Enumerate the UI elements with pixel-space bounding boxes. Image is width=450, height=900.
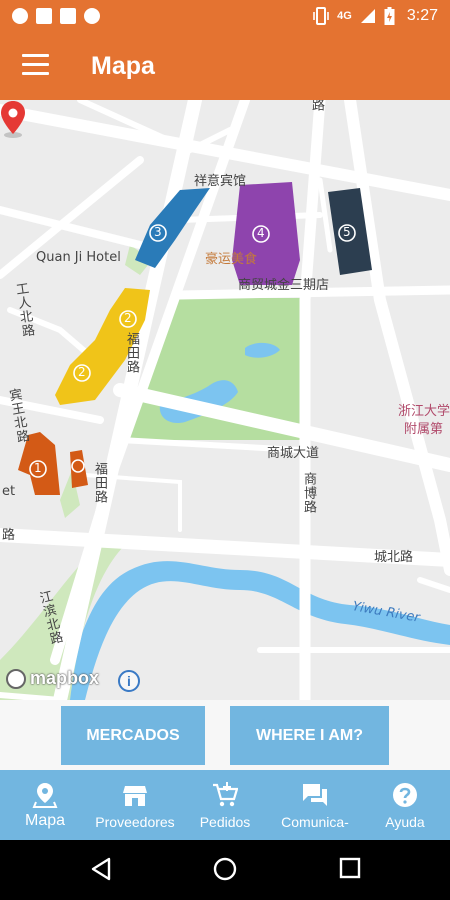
- market-1-number: 1: [34, 461, 42, 475]
- app-bar: Mapa: [0, 33, 450, 100]
- road-label: 路: [309, 100, 324, 112]
- shangbo-label: 商博路: [301, 472, 316, 514]
- fushu-label: 附属第: [404, 422, 444, 437]
- mapbox-icon: [6, 668, 26, 689]
- nav-item-pedidos[interactable]: Pedidos: [180, 770, 270, 840]
- quan-ji-hotel-label: Quan Ji Hotel: [36, 250, 121, 265]
- nav-label-proveedores: Proveedores: [95, 814, 175, 830]
- mapbox-text: mapbox: [30, 668, 100, 688]
- clock: 3:27: [406, 7, 438, 24]
- b-circle-icon: [12, 8, 28, 24]
- nav-label-mapa: Mapa: [24, 812, 66, 829]
- nav-item-ayuda[interactable]: Ayuda: [360, 770, 450, 840]
- road-label-left: 路: [2, 528, 16, 543]
- image-icon: [60, 8, 76, 24]
- zhejiang-uni-label: 浙江大学: [398, 404, 450, 419]
- xiangyi-label: 祥意宾馆: [194, 174, 247, 189]
- market-4-number: 4: [257, 226, 265, 240]
- chat-icon: [303, 784, 327, 806]
- nav-item-comunicacion[interactable]: Comunica-: [270, 770, 360, 840]
- cart-icon: [213, 782, 238, 807]
- market-4-building[interactable]: [232, 182, 300, 285]
- bottom-nav: Mapa Proveedores Pedidos Comunica- Ayuda: [0, 770, 450, 840]
- markets-button[interactable]: MERCADOS: [61, 706, 205, 765]
- store-icon: [123, 786, 147, 806]
- mail-icon: [36, 8, 52, 24]
- futian-label: 福田路: [124, 332, 139, 374]
- network-type: 4G: [337, 10, 352, 22]
- market-5-number: 5: [343, 225, 351, 239]
- nav-label-comunica: Comunica-: [281, 814, 349, 830]
- market-2-number: 2: [124, 311, 132, 325]
- status-bar: 4G 3:27: [0, 0, 450, 33]
- home-icon[interactable]: [213, 857, 237, 881]
- help-icon: [393, 783, 417, 807]
- nav-label-pedidos: Pedidos: [199, 814, 251, 830]
- market-3-number: 3: [154, 225, 162, 239]
- shangcheng-ave-label: 商城大道: [267, 446, 320, 461]
- mapbox-logo: mapbox: [6, 668, 99, 689]
- futian-label-2: 福田路: [92, 462, 107, 504]
- recents-icon[interactable]: [339, 857, 361, 879]
- signal-icon: [360, 9, 375, 23]
- system-nav-bar: [0, 840, 450, 900]
- hamburger-icon[interactable]: [22, 54, 49, 76]
- location-pin-icon[interactable]: [0, 100, 26, 138]
- et-label: et: [2, 484, 16, 499]
- info-icon[interactable]: i: [118, 670, 140, 692]
- chengbei-label: 城北路: [374, 550, 414, 565]
- back-icon[interactable]: [90, 857, 112, 881]
- system-status: 4G 3:27: [313, 7, 438, 25]
- vibrate-icon: [313, 7, 329, 25]
- map-view[interactable]: 1 2 2 3 4 5 路 祥意宾馆 Quan Ji Hotel 豪运美食 商贸…: [0, 100, 450, 700]
- battery-icon: [384, 7, 395, 25]
- nav-item-mapa[interactable]: Mapa: [0, 770, 90, 840]
- map-pin-icon: [32, 783, 58, 808]
- notification-icons: [12, 8, 100, 24]
- page-title: Mapa: [91, 52, 155, 80]
- haoyun-label: 豪运美食: [205, 252, 258, 267]
- circle-icon: [84, 8, 100, 24]
- market-2b-number: 2: [78, 365, 86, 379]
- map-actions: MERCADOS WHERE I AM?: [0, 700, 450, 770]
- nav-label-ayuda: Ayuda: [385, 814, 425, 830]
- where-am-i-button[interactable]: WHERE I AM?: [230, 706, 389, 765]
- nav-item-proveedores[interactable]: Proveedores: [90, 770, 180, 840]
- nanrou-label: 商贸城金三期店: [238, 278, 330, 293]
